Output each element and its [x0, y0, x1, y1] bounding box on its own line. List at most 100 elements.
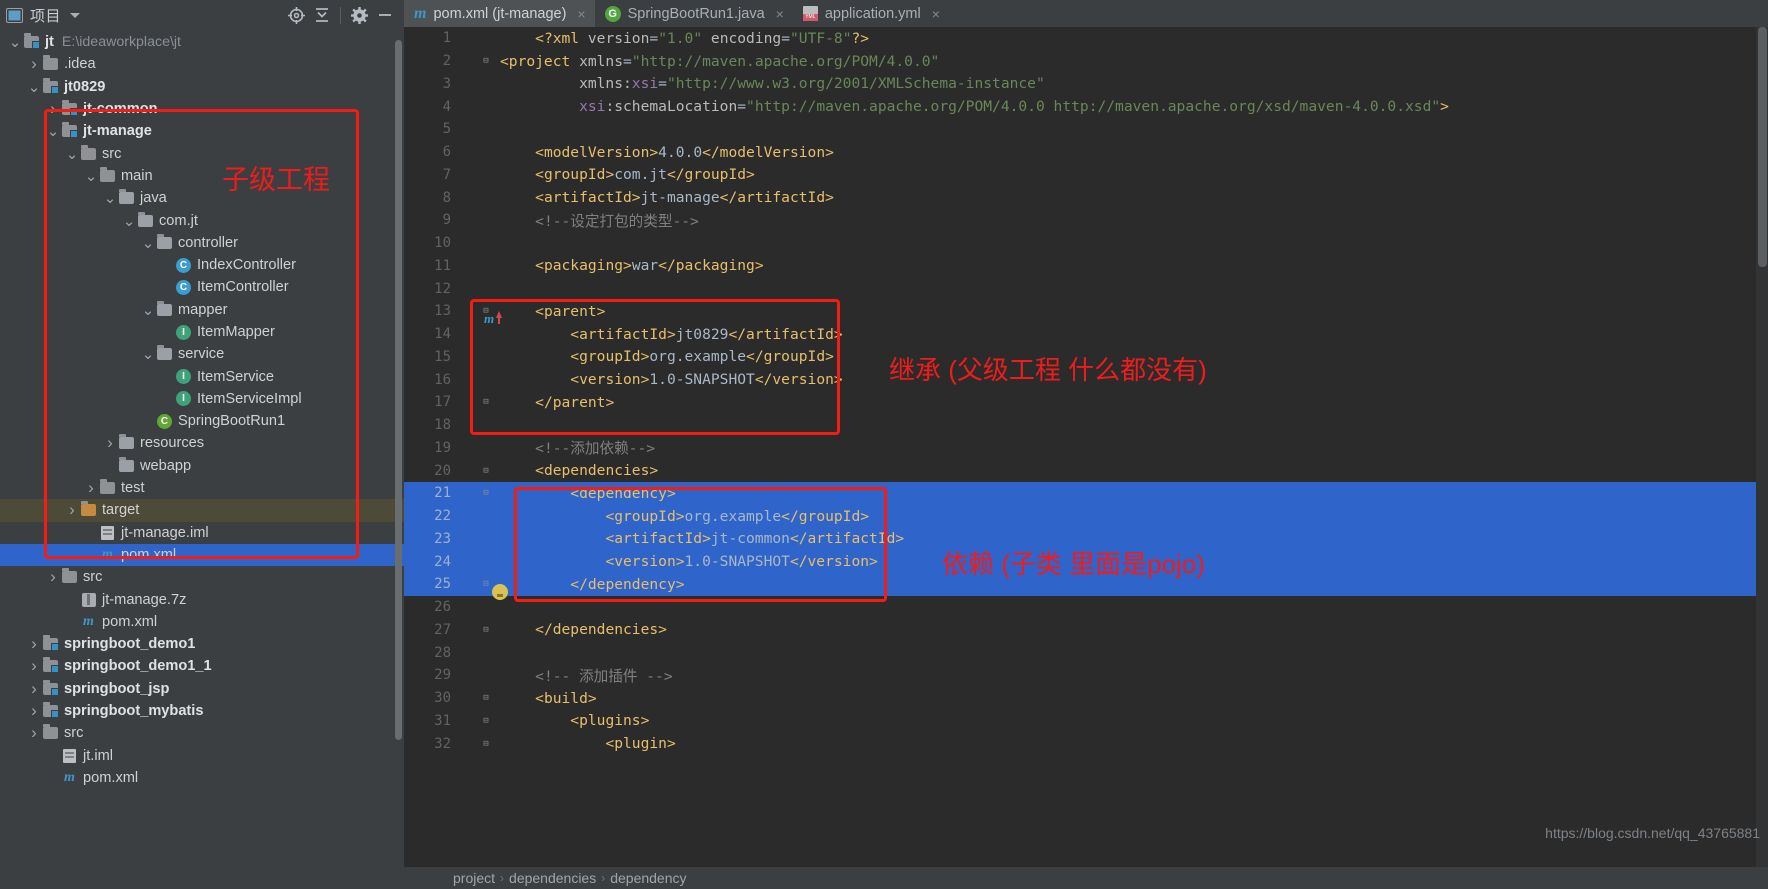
tree-item-test[interactable]: › test: [0, 477, 404, 499]
collapse-all-icon[interactable]: [309, 2, 335, 28]
code-line[interactable]: 9 <!--设定打包的类型-->: [404, 209, 1768, 232]
tree-toggle-arrow[interactable]: ›: [46, 99, 60, 119]
code-line[interactable]: 31 ⊟ <plugins>: [404, 710, 1768, 733]
tree-item-springboot-demo1[interactable]: › springboot_demo1: [0, 633, 404, 655]
code-line[interactable]: 21 ⊟ <dependency>: [404, 482, 1768, 505]
tree-item-springbootrun1[interactable]: ›CSpringBootRun1: [0, 410, 404, 432]
code-line[interactable]: 13 m ⊟ <parent>: [404, 300, 1768, 327]
code-line[interactable]: 11 <packaging>war</packaging>: [404, 255, 1768, 278]
code-line[interactable]: 17 ⊟ </parent>: [404, 391, 1768, 414]
tree-item-main[interactable]: ⌄ main: [0, 165, 404, 187]
code-line[interactable]: 5: [404, 118, 1768, 141]
code-line[interactable]: 18: [404, 414, 1768, 437]
editor-tabbar[interactable]: m pom.xml (jt-manage) × G SpringBootRun1.jav…: [404, 0, 1768, 27]
close-icon[interactable]: ×: [577, 6, 585, 22]
tree-item-jt-common[interactable]: › jt-common: [0, 98, 404, 120]
code-line[interactable]: 10: [404, 232, 1768, 255]
editor-right-gutter[interactable]: [1756, 27, 1768, 867]
tree-item-itemserviceimpl[interactable]: ›IItemServiceImpl: [0, 388, 404, 410]
chevron-down-icon[interactable]: [70, 12, 81, 18]
code-fold-toggle[interactable]: ⊟: [480, 397, 492, 407]
code-fold-toggle[interactable]: ⊟: [480, 579, 492, 589]
tree-item-jt[interactable]: ⌄ jt E:\ideaworkplace\jt: [0, 31, 404, 53]
tree-item-indexcontroller[interactable]: ›CIndexController: [0, 254, 404, 276]
tree-item-jt-manage-7z[interactable]: ›jt-manage.7z: [0, 588, 404, 610]
code-fold-toggle[interactable]: ⊟: [480, 693, 492, 703]
tree-toggle-arrow[interactable]: ⌄: [141, 301, 155, 319]
tree-toggle-arrow[interactable]: ⌄: [46, 122, 60, 140]
editor-viewport[interactable]: 1 <?xml version="1.0" encoding="UTF-8"?>…: [404, 27, 1768, 867]
tree-item-src[interactable]: › src: [0, 566, 404, 588]
tree-item-jt0829[interactable]: ⌄ jt0829: [0, 76, 404, 98]
tree-item-springboot-demo1-1[interactable]: › springboot_demo1_1: [0, 655, 404, 677]
code-line[interactable]: 12: [404, 277, 1768, 300]
tree-item-java[interactable]: ⌄ java: [0, 187, 404, 209]
code-line[interactable]: 19 <!--添加依赖-->: [404, 437, 1768, 460]
tree-toggle-arrow[interactable]: ⌄: [103, 189, 117, 207]
tree-item-itemservice[interactable]: ›IItemService: [0, 365, 404, 387]
tree-item-mapper[interactable]: ⌄ mapper: [0, 299, 404, 321]
project-tree[interactable]: ⌄ jt E:\ideaworkplace\jt › .idea ⌄ jt0829 › jt-c…: [0, 30, 404, 867]
gear-icon[interactable]: [346, 2, 372, 28]
code-line[interactable]: 1 <?xml version="1.0" encoding="UTF-8"?>: [404, 27, 1768, 50]
tree-toggle-arrow[interactable]: ⌄: [122, 212, 136, 230]
tree-item-jt-iml[interactable]: ›jt.iml: [0, 745, 404, 767]
code-line[interactable]: 8 <artifactId>jt-manage</artifactId>: [404, 186, 1768, 209]
tree-toggle-arrow[interactable]: ›: [65, 500, 79, 520]
tree-item-jt-manage-iml[interactable]: ›jt-manage.iml: [0, 522, 404, 544]
code-line[interactable]: 4 xsi:schemaLocation="http://maven.apach…: [404, 95, 1768, 118]
tree-toggle-arrow[interactable]: ›: [103, 433, 117, 453]
tree-toggle-arrow[interactable]: ⌄: [8, 33, 22, 51]
code-line[interactable]: 26: [404, 596, 1768, 619]
tree-item-itemcontroller[interactable]: ›CItemController: [0, 276, 404, 298]
code-content[interactable]: 1 <?xml version="1.0" encoding="UTF-8"?>…: [404, 27, 1768, 867]
close-icon[interactable]: ×: [932, 6, 940, 22]
code-fold-toggle[interactable]: ⊟: [480, 466, 492, 476]
tree-item-src[interactable]: › src: [0, 722, 404, 744]
code-line[interactable]: 30 ⊟ <build>: [404, 687, 1768, 710]
code-line[interactable]: 28: [404, 641, 1768, 664]
tree-toggle-arrow[interactable]: ⌄: [141, 234, 155, 252]
tree-toggle-arrow[interactable]: ›: [27, 723, 41, 743]
tree-toggle-arrow[interactable]: ⌄: [65, 145, 79, 163]
tree-item-service[interactable]: ⌄ service: [0, 343, 404, 365]
code-fold-toggle[interactable]: ⊟: [480, 488, 492, 498]
editor-tab-pom.xml[interactable]: m pom.xml (jt-manage) ×: [404, 0, 595, 27]
code-fold-toggle[interactable]: ⊟: [480, 625, 492, 635]
tree-item-controller[interactable]: ⌄ controller: [0, 232, 404, 254]
tree-toggle-arrow[interactable]: ⌄: [27, 78, 41, 96]
breadcrumb-item[interactable]: dependencies: [509, 870, 596, 886]
tree-toggle-arrow[interactable]: ›: [27, 701, 41, 721]
code-line[interactable]: 29 <!-- 添加插件 -->: [404, 664, 1768, 687]
tree-item-target[interactable]: › target: [0, 499, 404, 522]
tree-item-resources[interactable]: › resources: [0, 432, 404, 454]
tree-item--idea[interactable]: › .idea: [0, 53, 404, 75]
tree-toggle-arrow[interactable]: ›: [46, 567, 60, 587]
editor-tab-application.yml[interactable]: application.yml ×: [793, 0, 949, 27]
code-line[interactable]: 22 <groupId>org.example</groupId>: [404, 504, 1768, 528]
tree-toggle-arrow[interactable]: ›: [27, 679, 41, 699]
tree-item-pom-xml[interactable]: ›mpom.xml: [0, 611, 404, 633]
code-line[interactable]: 27 ⊟ </dependencies>: [404, 619, 1768, 642]
code-line[interactable]: 20 ⊟ <dependencies>: [404, 459, 1768, 482]
code-fold-toggle[interactable]: ⊟: [480, 56, 492, 66]
editor-scrollbar-thumb[interactable]: [1758, 27, 1767, 267]
tree-toggle-arrow[interactable]: ›: [84, 478, 98, 498]
code-line[interactable]: 14 <artifactId>jt0829</artifactId>: [404, 323, 1768, 346]
minimize-icon[interactable]: [372, 2, 398, 28]
tree-toggle-arrow[interactable]: ⌄: [141, 345, 155, 363]
tree-item-pom-xml[interactable]: ›mpom.xml: [0, 767, 404, 789]
maven-reimport-arrow-icon[interactable]: [496, 311, 502, 325]
code-line[interactable]: 6 <modelVersion>4.0.0</modelVersion>: [404, 141, 1768, 164]
editor-tab-SpringBootRun1.java[interactable]: G SpringBootRun1.java ×: [595, 0, 793, 27]
breadcrumb-item[interactable]: dependency: [610, 870, 686, 886]
tree-item-pom-xml[interactable]: ›mpom.xml: [0, 543, 404, 567]
code-fold-toggle[interactable]: ⊟: [480, 716, 492, 726]
code-line[interactable]: 2 ⊟ <project xmlns="http://maven.apache.or…: [404, 50, 1768, 73]
project-tree-scrollbar[interactable]: [395, 40, 402, 758]
tree-item-src[interactable]: ⌄ src: [0, 142, 404, 164]
close-icon[interactable]: ×: [776, 6, 784, 22]
target-icon[interactable]: [283, 2, 309, 28]
code-line[interactable]: 7 <groupId>com.jt</groupId>: [404, 164, 1768, 187]
tree-item-springboot-mybatis[interactable]: › springboot_mybatis: [0, 700, 404, 722]
